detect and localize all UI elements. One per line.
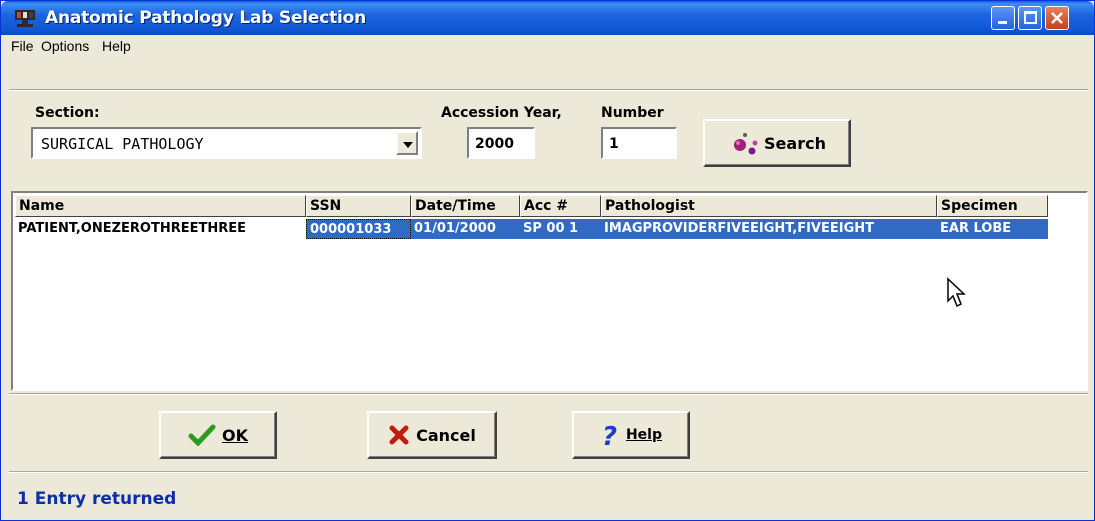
ok-label: OK — [222, 425, 248, 445]
section-label: Section: — [35, 105, 100, 121]
column-header-name[interactable]: Name — [15, 195, 306, 217]
divider — [9, 471, 1088, 473]
column-header-datetime[interactable]: Date/Time — [411, 195, 520, 217]
accession-number-value: 1 — [609, 136, 619, 152]
title-bar[interactable]: Anatomic Pathology Lab Selection — [1, 1, 1094, 35]
help-label: Help — [625, 427, 663, 443]
column-header-acc[interactable]: Acc # — [520, 195, 601, 217]
accession-year-label: Accession Year, — [441, 105, 562, 121]
column-header-specimen[interactable]: Specimen — [937, 195, 1048, 217]
checkmark-icon — [188, 424, 216, 446]
x-icon — [389, 425, 409, 445]
cell-datetime: 01/01/2000 — [411, 219, 520, 239]
results-table[interactable]: Name SSN Date/Time Acc # Pathologist Spe… — [11, 191, 1088, 391]
column-header-pathologist[interactable]: Pathologist — [601, 195, 937, 217]
svg-text:?: ? — [602, 422, 617, 448]
status-text: 1 Entry returned — [17, 489, 177, 509]
cell-ssn: 000001033 — [306, 219, 411, 239]
search-icon — [734, 133, 758, 155]
question-mark-icon: ? — [602, 422, 617, 448]
accession-number-input[interactable]: 1 — [601, 127, 677, 159]
minimize-icon — [998, 21, 1007, 24]
divider — [9, 89, 1088, 91]
cell-pathologist: IMAGPROVIDERFIVEEIGHT,FIVEEIGHT — [601, 219, 937, 239]
search-label: Search — [764, 133, 826, 153]
ok-button[interactable]: OK — [159, 411, 277, 459]
cancel-label: Cancel — [416, 425, 476, 445]
minimize-button[interactable] — [991, 6, 1015, 30]
app-window: Anatomic Pathology Lab Selection File Op… — [0, 0, 1095, 521]
accession-year-value: 2000 — [475, 136, 514, 152]
cell-acc: SP 00 1 — [520, 219, 601, 239]
section-dropdown[interactable]: SURGICAL PATHOLOGY — [31, 127, 422, 159]
cancel-button[interactable]: Cancel — [367, 411, 497, 459]
section-value: SURGICAL PATHOLOGY — [41, 135, 204, 153]
close-icon — [1051, 12, 1063, 24]
number-label: Number — [601, 105, 664, 121]
cell-specimen: EAR LOBE — [937, 219, 1048, 239]
accession-year-input[interactable]: 2000 — [467, 127, 535, 159]
maximize-button[interactable] — [1018, 6, 1042, 30]
dropdown-button[interactable] — [396, 131, 418, 155]
microscope-icon — [15, 10, 35, 27]
cell-name: PATIENT,ONEZEROTHREETHREE — [15, 219, 306, 239]
menu-bar: File Options Help — [1, 35, 1094, 57]
window-title: Anatomic Pathology Lab Selection — [45, 8, 367, 28]
maximize-icon — [1024, 11, 1037, 24]
mouse-pointer-icon — [947, 277, 966, 308]
divider — [9, 393, 1088, 395]
menu-options[interactable]: Options — [41, 38, 89, 54]
help-button[interactable]: ? Help — [572, 411, 690, 459]
chevron-down-icon — [403, 142, 413, 148]
column-header-ssn[interactable]: SSN — [306, 195, 411, 217]
close-button[interactable] — [1045, 6, 1069, 30]
menu-file[interactable]: File — [11, 38, 34, 54]
search-button[interactable]: Search — [703, 119, 851, 167]
menu-help[interactable]: Help — [102, 38, 131, 54]
